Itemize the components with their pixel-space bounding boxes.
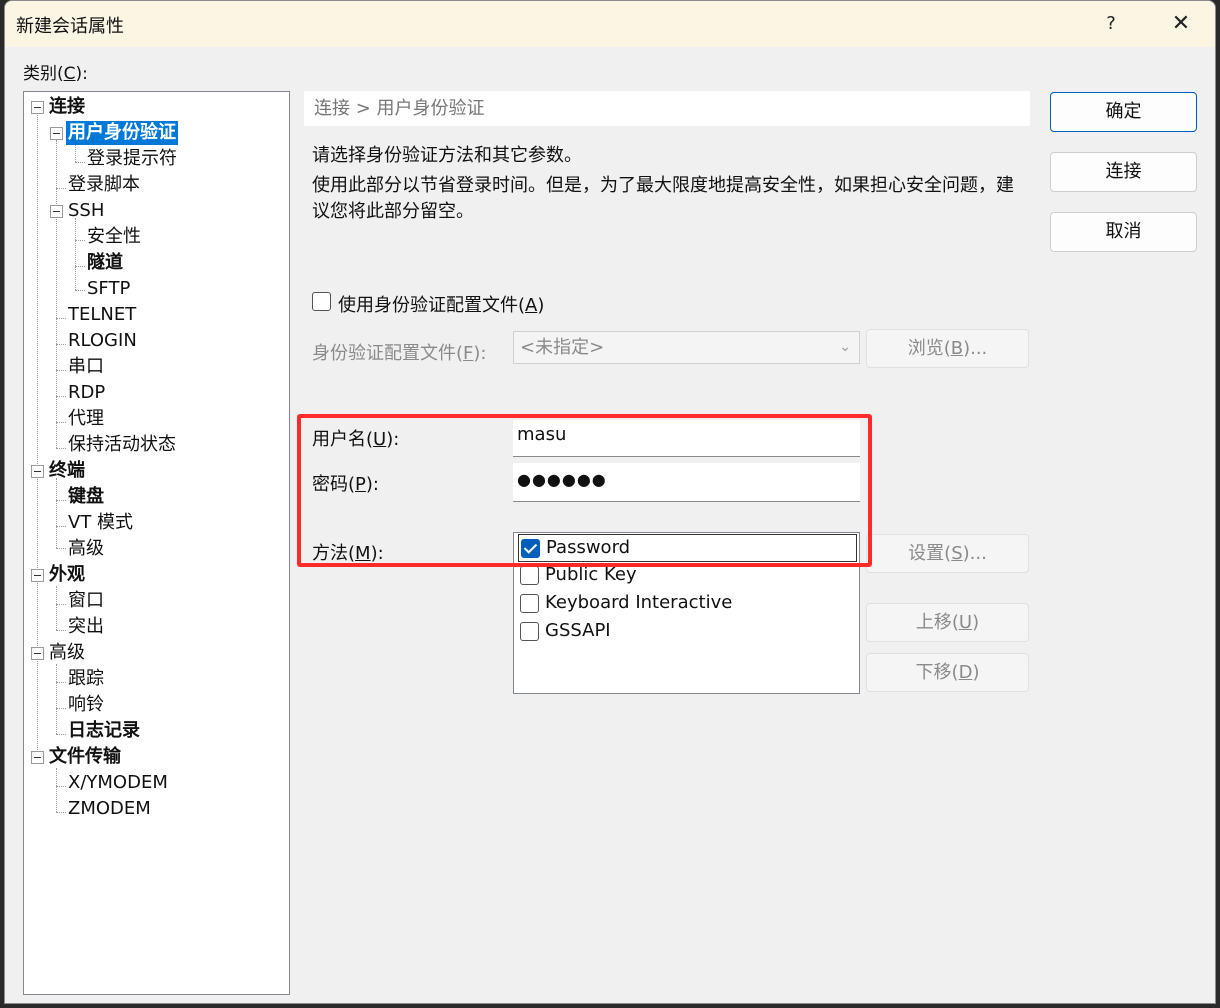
cancel-button[interactable]: 取消 <box>1050 212 1197 252</box>
tree-line <box>75 266 85 267</box>
tree-line <box>75 218 76 290</box>
profile-file-select[interactable]: <未指定> ⌄ <box>513 331 860 364</box>
tree-line <box>56 188 66 189</box>
tree-line <box>56 548 66 549</box>
method-label-keyboard-interactive: Keyboard Interactive <box>545 592 733 613</box>
method-item-gssapi[interactable]: GSSAPI <box>518 618 857 646</box>
tree-item-telnet[interactable]: TELNET <box>68 303 136 327</box>
tree-item-login-prompt[interactable]: 登录提示符 <box>87 147 177 171</box>
tree-line <box>56 344 66 345</box>
method-checkbox-public-key[interactable] <box>520 566 539 585</box>
tree-line <box>56 708 66 709</box>
tree-item-security[interactable]: 安全性 <box>87 225 141 249</box>
tree-item-advanced[interactable]: 高级 <box>49 641 85 665</box>
method-label-public-key: Public Key <box>545 564 637 585</box>
session-properties-dialog: 新建会话属性 ? ✕ 类别(C): 连接 用户身份验证 登录提示符 登录脚本 S… <box>4 0 1216 1004</box>
tree-item-login-script[interactable]: 登录脚本 <box>68 173 140 197</box>
tree-line <box>56 396 66 397</box>
tree-item-logging[interactable]: 日志记录 <box>68 719 140 743</box>
tree-line <box>56 786 66 787</box>
tree-line <box>56 664 57 734</box>
collapse-icon[interactable] <box>31 101 44 114</box>
collapse-icon[interactable] <box>31 569 44 582</box>
tree-line <box>75 162 85 163</box>
tree-item-user-auth[interactable]: 用户身份验证 <box>66 121 178 145</box>
category-tree[interactable]: 连接 用户身份验证 登录提示符 登录脚本 SSH 安全性 隧道 SFTP TEL… <box>23 91 290 995</box>
tree-line <box>56 140 57 448</box>
tree-item-proxy[interactable]: 代理 <box>68 407 104 431</box>
profile-file-value: <未指定> <box>520 337 605 358</box>
collapse-icon[interactable] <box>31 465 44 478</box>
highlight-annotation-box <box>297 414 872 567</box>
tree-line <box>56 586 57 630</box>
tree-line <box>56 526 66 527</box>
tree-line <box>56 478 57 548</box>
use-profile-checkbox[interactable] <box>312 292 331 311</box>
tree-item-window[interactable]: 窗口 <box>68 589 104 613</box>
tree-item-keepalive[interactable]: 保持活动状态 <box>68 433 176 457</box>
connect-button[interactable]: 连接 <box>1050 152 1197 192</box>
breadcrumb: 连接 > 用户身份验证 <box>304 91 1030 126</box>
collapse-icon[interactable] <box>31 647 44 660</box>
tree-item-rdp[interactable]: RDP <box>68 381 105 405</box>
tree-item-appearance[interactable]: 外观 <box>49 563 85 587</box>
tree-line <box>56 630 66 631</box>
move-up-button[interactable]: 上移(U) <box>866 603 1029 642</box>
tree-item-bell[interactable]: 响铃 <box>68 693 104 717</box>
window-title: 新建会话属性 <box>16 16 124 37</box>
tree-line <box>56 318 66 319</box>
tree-line <box>75 240 85 241</box>
tree-line <box>56 682 66 683</box>
title-bar: 新建会话属性 ? ✕ <box>5 1 1215 47</box>
method-item-keyboard-interactive[interactable]: Keyboard Interactive <box>518 590 857 618</box>
tree-line <box>56 604 66 605</box>
chevron-down-icon: ⌄ <box>839 339 851 355</box>
tree-line <box>56 734 66 735</box>
category-label: 类别(C): <box>23 64 88 84</box>
tree-item-connection[interactable]: 连接 <box>49 95 85 119</box>
description-line-1: 请选择身份验证方法和其它参数。 <box>312 145 582 166</box>
tree-item-highlight[interactable]: 突出 <box>68 615 104 639</box>
collapse-icon[interactable] <box>50 205 63 218</box>
ok-button[interactable]: 确定 <box>1050 92 1197 132</box>
tree-item-tunnel[interactable]: 隧道 <box>87 251 123 275</box>
collapse-icon[interactable] <box>50 127 63 140</box>
tree-item-rlogin[interactable]: RLOGIN <box>68 329 137 353</box>
tree-item-trace[interactable]: 跟踪 <box>68 667 104 691</box>
tree-item-sftp[interactable]: SFTP <box>87 277 130 301</box>
tree-item-keyboard[interactable]: 键盘 <box>68 485 104 509</box>
collapse-icon[interactable] <box>31 751 44 764</box>
tree-line <box>56 370 66 371</box>
tree-item-serial[interactable]: 串口 <box>68 355 104 379</box>
description-line-2: 使用此部分以节省登录时间。但是，为了最大限度地提高安全性，如果担心安全问题，建议… <box>312 175 1014 222</box>
move-down-button[interactable]: 下移(D) <box>866 653 1029 692</box>
tree-item-terminal-advanced[interactable]: 高级 <box>68 537 104 561</box>
tree-item-ssh[interactable]: SSH <box>68 199 104 223</box>
help-button[interactable]: ? <box>1096 9 1126 39</box>
tree-item-xymodem[interactable]: X/YMODEM <box>68 771 168 795</box>
browse-button[interactable]: 浏览(B)... <box>866 329 1029 368</box>
method-checkbox-gssapi[interactable] <box>520 622 539 641</box>
tree-line <box>56 448 66 449</box>
tree-item-terminal[interactable]: 终端 <box>49 459 85 483</box>
tree-line <box>56 422 66 423</box>
tree-line <box>56 812 66 813</box>
tree-item-file-transfer[interactable]: 文件传输 <box>49 745 121 769</box>
method-label-gssapi: GSSAPI <box>545 620 611 641</box>
tree-item-vt-mode[interactable]: VT 模式 <box>68 511 133 535</box>
tree-line <box>56 500 66 501</box>
use-profile-label[interactable]: 使用身份验证配置文件(A) <box>338 291 544 317</box>
tree-line <box>56 768 57 812</box>
tree-item-zmodem[interactable]: ZMODEM <box>68 797 151 821</box>
method-checkbox-keyboard-interactive[interactable] <box>520 594 539 613</box>
settings-button[interactable]: 设置(S)... <box>866 534 1029 573</box>
tree-line <box>75 290 85 291</box>
profile-file-label: 身份验证配置文件(F): <box>312 343 487 364</box>
close-button[interactable]: ✕ <box>1166 9 1196 39</box>
